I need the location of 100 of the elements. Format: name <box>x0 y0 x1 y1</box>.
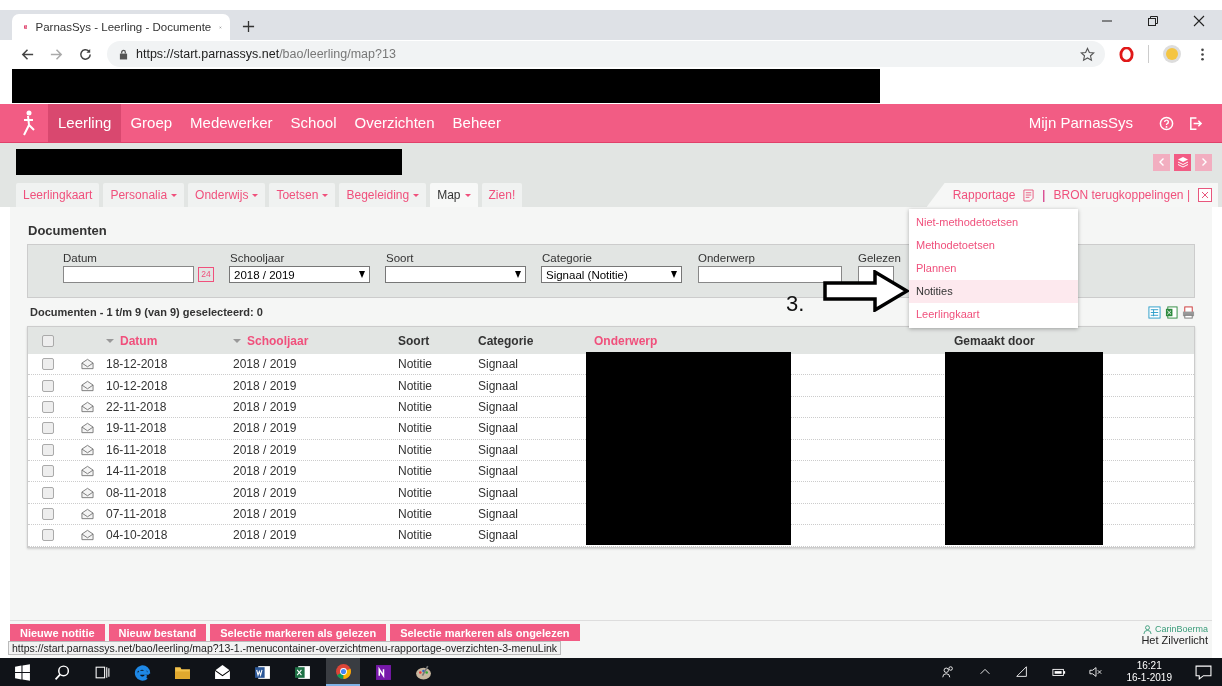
sort-caret-icon[interactable] <box>106 338 114 343</box>
row-checkbox[interactable] <box>42 422 54 435</box>
action-button[interactable]: Nieuwe notitie <box>10 624 105 641</box>
sort-caret-icon[interactable] <box>233 338 241 343</box>
sub-tab[interactable]: Begeleiding <box>339 183 427 207</box>
row-checkbox[interactable] <box>42 379 54 392</box>
nav-item[interactable]: School <box>281 104 346 142</box>
layers-button[interactable] <box>1174 153 1191 171</box>
select-field[interactable]: 2018 / 2019 <box>229 266 370 283</box>
nav-item[interactable]: Groep <box>121 104 182 142</box>
action-button[interactable]: Selectie markeren als ongelezen <box>390 624 580 641</box>
new-tab-icon[interactable] <box>242 20 255 33</box>
nav-item[interactable]: Medewerker <box>181 104 282 142</box>
speaker-muted-icon[interactable] <box>1089 665 1104 679</box>
row-checkbox[interactable] <box>42 443 54 456</box>
mail-icon[interactable] <box>214 663 231 681</box>
csv-export-icon[interactable] <box>1148 305 1161 319</box>
row-checkbox[interactable] <box>42 358 54 371</box>
nav-item[interactable]: Overzichten <box>345 104 444 142</box>
row-checkbox[interactable] <box>42 529 54 542</box>
bron-link[interactable]: BRON terugkoppelingen | <box>1053 188 1190 202</box>
help-icon[interactable] <box>1159 115 1174 131</box>
column-header[interactable]: Onderwerp <box>594 333 658 348</box>
select-field[interactable] <box>385 266 526 283</box>
sub-tab[interactable]: Toetsen <box>269 183 336 207</box>
table-cell: 04-10-2018 <box>106 528 168 543</box>
menu-item[interactable]: Leerlingkaart <box>909 303 1078 326</box>
table-cell: Notitie <box>398 528 432 543</box>
column-header[interactable]: Datum <box>120 333 158 348</box>
filter-label: Categorie <box>542 252 593 264</box>
table-cell: Signaal <box>478 399 519 414</box>
calendar-button[interactable]: 24 <box>198 267 214 282</box>
restore-icon[interactable] <box>1147 14 1159 27</box>
row-checkbox[interactable] <box>42 507 54 520</box>
table-cell: 2018 / 2019 <box>233 421 297 436</box>
close-window-icon[interactable] <box>1193 14 1205 27</box>
document-icon <box>1023 188 1035 202</box>
logout-icon[interactable] <box>1188 115 1203 131</box>
notification-icon[interactable] <box>1195 663 1212 681</box>
input-field[interactable] <box>63 266 194 283</box>
word-icon[interactable] <box>254 663 271 681</box>
menu-item[interactable]: Niet-methodetoetsen <box>909 211 1078 234</box>
opera-icon[interactable] <box>1119 46 1134 62</box>
sub-tab[interactable]: Personalia <box>103 183 185 207</box>
separator-text: | <box>1042 188 1046 202</box>
excel-export-icon[interactable] <box>1165 305 1178 319</box>
sub-tab[interactable]: Leerlingkaart <box>16 183 100 207</box>
windows-start-icon[interactable] <box>14 663 31 681</box>
close-icon[interactable] <box>1198 188 1212 202</box>
envelope-icon <box>80 529 94 542</box>
menu-item[interactable]: Methodetoetsen <box>909 234 1078 257</box>
table-cell: 22-11-2018 <box>106 399 167 414</box>
chrome-icon[interactable] <box>334 662 352 680</box>
menu-item[interactable]: Notities <box>909 280 1078 303</box>
table-cell: Notitie <box>398 357 432 372</box>
people-icon[interactable] <box>941 665 956 679</box>
reload-icon[interactable] <box>78 46 93 62</box>
sub-tab[interactable]: Onderwijs <box>188 183 266 207</box>
wifi-icon[interactable] <box>1015 665 1030 679</box>
pdf-print-icon[interactable] <box>1182 305 1195 319</box>
action-button[interactable]: Selectie markeren als gelezen <box>210 624 387 641</box>
select-all-checkbox[interactable] <box>42 334 54 347</box>
row-checkbox[interactable] <box>42 486 54 499</box>
envelope-icon <box>80 358 94 371</box>
excel-icon[interactable] <box>294 663 311 681</box>
browser-tab[interactable]: ParnasSys - Leerling - Documente <box>12 14 230 40</box>
envelope-icon <box>80 465 94 478</box>
account-link[interactable]: Mijn ParnasSys <box>1019 104 1142 142</box>
envelope-icon <box>80 379 94 392</box>
url-text: https://start.parnassys.net/bao/leerling/map?13 <box>136 47 396 61</box>
envelope-icon <box>80 422 94 435</box>
nav-item[interactable]: Leerling <box>48 104 122 142</box>
envelope-icon <box>80 443 94 456</box>
table-cell: Notitie <box>398 442 432 457</box>
row-checkbox[interactable] <box>42 465 54 478</box>
table-cell: Signaal <box>478 506 519 521</box>
sub-tab[interactable]: Zien! <box>481 183 523 207</box>
column-header: Categorie <box>478 333 534 348</box>
column-header[interactable]: Schooljaar <box>247 333 309 348</box>
search-icon[interactable] <box>54 663 71 681</box>
filter-label: Onderwerp <box>698 252 756 264</box>
action-button[interactable]: Nieuw bestand <box>108 624 207 641</box>
select-field[interactable]: Signaal (Notitie) <box>541 266 682 283</box>
rapportage-link[interactable]: Rapportage <box>952 188 1016 202</box>
nav-item[interactable]: Beheer <box>443 104 510 142</box>
table-cell: 2018 / 2019 <box>233 528 297 543</box>
onenote-icon[interactable] <box>375 663 392 681</box>
filter-label: Soort <box>386 252 415 264</box>
star-icon[interactable] <box>1080 46 1095 62</box>
paint-palette-icon[interactable] <box>415 663 432 681</box>
edge-browser-icon[interactable] <box>134 663 151 681</box>
table-cell: Signaal <box>478 485 519 500</box>
row-checkbox[interactable] <box>42 400 54 413</box>
sub-tab[interactable]: Map <box>430 183 478 207</box>
menu-item[interactable]: Plannen <box>909 257 1078 280</box>
address-bar[interactable]: https://start.parnassys.net/bao/leerling/map?13 <box>107 41 1105 67</box>
input-field[interactable] <box>698 266 842 283</box>
clock-date[interactable]: 16-1-2019 <box>1126 672 1172 684</box>
table-cell: Signaal <box>478 378 519 393</box>
clock-time[interactable]: 16:21 <box>1136 660 1162 672</box>
